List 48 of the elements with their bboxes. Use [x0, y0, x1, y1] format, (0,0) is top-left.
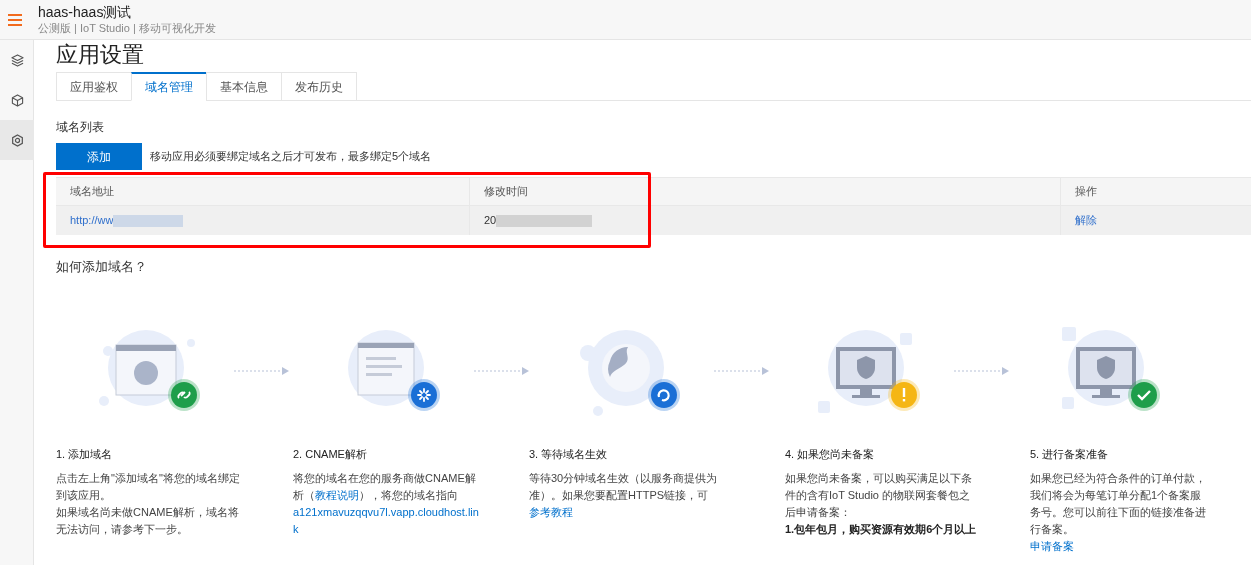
domain-link[interactable]: http://ww — [70, 212, 114, 229]
app-subtitle: 公测版 | IoT Studio | 移动可视化开发 — [38, 21, 216, 35]
step-description: 如果您尚未备案，可以购买满足以下条件的含有IoT Studio 的物联网套餐包之后申请备案： — [785, 471, 973, 520]
dotted-arrow — [714, 367, 770, 375]
step-title: 2. CNAME解析 — [293, 447, 368, 461]
spinner-badge-icon — [408, 379, 440, 411]
dotted-arrow — [474, 367, 530, 375]
step-description: 等待30分钟域名生效（以服务商提供为准）。如果您要配置HTTPS链接，可 — [529, 471, 719, 503]
refresh-badge-icon — [648, 379, 680, 411]
dotted-arrow — [234, 367, 290, 375]
cube-icon — [10, 93, 24, 107]
column-header: 域名地址 — [70, 184, 114, 200]
link-badge-icon — [168, 379, 200, 411]
tab[interactable]: 应用鉴权 — [56, 72, 132, 101]
url-link[interactable]: a121xmavuzqqvu7l.vapp.cloudhost.link — [293, 504, 479, 538]
column-header: 操作 — [1075, 184, 1097, 200]
check-icon — [1128, 379, 1160, 411]
step-description: 如果您已经为符合条件的订单付款，我们将会为每笔订单分配1个备案服务号。您可以前往下面的链接准备进行备案。 — [1030, 471, 1207, 537]
redaction-block — [113, 214, 184, 227]
page-title: 应用设置 — [56, 41, 145, 69]
step-description: 将您的域名在您的服务商做CNAME解析（教程说明），将您的域名指向 a121xmavuzqqvu7l.vapp.cloudhost.link — [293, 470, 479, 538]
tab[interactable]: 基本信息 — [206, 72, 282, 101]
app-title: haas-haas测试 — [38, 4, 133, 21]
step-description: 如果域名尚未做CNAME解析，域名将无法访问，请参考下一步。 — [56, 505, 240, 537]
hint-text: 移动应用必须要绑定域名之后才可发布，最多绑定5个域名 — [150, 149, 432, 165]
dotted-arrow — [954, 367, 1010, 375]
tab[interactable]: 发布历史 — [281, 72, 357, 101]
column-header: 修改时间 — [484, 184, 528, 200]
unbind-link[interactable]: 解除 — [1075, 212, 1097, 229]
table-cell-text: 20 — [484, 213, 497, 229]
layers-icon — [10, 53, 24, 67]
section-title: 域名列表 — [56, 119, 105, 135]
menu-icon[interactable] — [8, 13, 22, 26]
add-button[interactable]: 添加 — [56, 143, 142, 170]
step-link[interactable]: 教程说明 — [315, 489, 359, 501]
step-description: 点击左上角"添加域名"将您的域名绑定到该应用。 — [56, 471, 241, 503]
tab[interactable]: 域名管理 — [131, 72, 207, 101]
help-title: 如何添加域名？ — [56, 259, 148, 275]
step-title: 5. 进行备案准备 — [1030, 447, 1110, 461]
step-link[interactable]: 申请备案 — [1030, 538, 1210, 555]
step-title: 4. 如果您尚未备案 — [785, 447, 876, 461]
step-link[interactable]: 参考教程 — [529, 504, 735, 521]
sidebar-item[interactable] — [0, 120, 34, 160]
warning-icon — [888, 379, 920, 411]
step-title: 3. 等待域名生效 — [529, 447, 609, 461]
settings-icon — [10, 133, 24, 147]
step-title: 1. 添加域名 — [56, 447, 114, 461]
step-description: 1.包年包月，购买资源有效期6个月以上 — [785, 522, 978, 537]
